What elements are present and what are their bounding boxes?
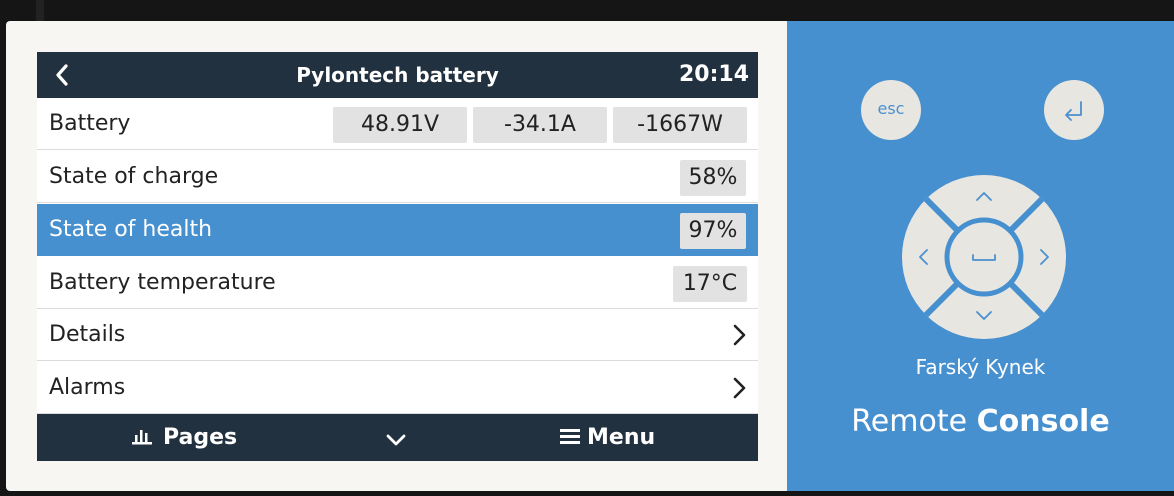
esc-button[interactable]: esc — [861, 80, 921, 140]
list-item-battery[interactable]: Battery 48.91V -34.1A -1667W — [37, 98, 758, 150]
hamburger-icon — [560, 429, 580, 444]
bottom-bar: Pages Menu — [37, 414, 758, 461]
row-label: Battery temperature — [49, 270, 276, 295]
menu-button[interactable]: Menu — [559, 414, 655, 461]
title-bar: Pylontech battery 20:14 — [37, 52, 758, 98]
list-item-alarms[interactable]: Alarms — [37, 362, 758, 414]
chevron-right-icon — [732, 323, 748, 347]
temperature-value: 17°C — [673, 266, 747, 302]
soh-value: 97% — [680, 213, 746, 249]
dpad — [900, 173, 1068, 341]
page-title: Pylontech battery — [296, 63, 499, 87]
remote-console-title: Remote Console — [787, 404, 1174, 439]
clock: 20:14 — [678, 62, 749, 87]
enter-icon — [1065, 101, 1082, 121]
remote-panel: esc Farský Kynek Remote Console — [787, 21, 1174, 491]
row-label: State of charge — [49, 164, 219, 189]
pages-label: Pages — [163, 425, 238, 450]
voltage-value: 48.91V — [333, 107, 467, 143]
list-item-details[interactable]: Details — [37, 309, 758, 361]
enter-button[interactable] — [1044, 80, 1104, 140]
list-item-state-of-charge[interactable]: State of charge 58% — [37, 151, 758, 203]
title-bold: Console — [976, 404, 1110, 439]
power-value: -1667W — [613, 107, 747, 143]
background-strip — [36, 0, 44, 22]
title-light: Remote — [851, 404, 968, 439]
list-item-state-of-health[interactable]: State of health 97% — [37, 204, 758, 256]
chevron-right-icon — [732, 376, 748, 400]
pages-button[interactable]: Pages — [131, 414, 237, 461]
row-label: Battery — [49, 111, 131, 136]
row-label: Alarms — [49, 375, 126, 400]
device-name: Farský Kynek — [915, 355, 1046, 379]
menu-label: Menu — [587, 425, 656, 450]
row-label: State of health — [49, 217, 213, 242]
list-item-battery-temperature[interactable]: Battery temperature 17°C — [37, 257, 758, 309]
row-label: Details — [49, 322, 126, 347]
bar-chart-icon — [132, 430, 152, 445]
gx-screen: Pylontech battery 20:14 Battery 48.91V -… — [37, 52, 758, 461]
current-value: -34.1A — [473, 107, 607, 143]
soc-value: 58% — [680, 160, 746, 196]
chevron-down-icon[interactable] — [386, 429, 406, 446]
